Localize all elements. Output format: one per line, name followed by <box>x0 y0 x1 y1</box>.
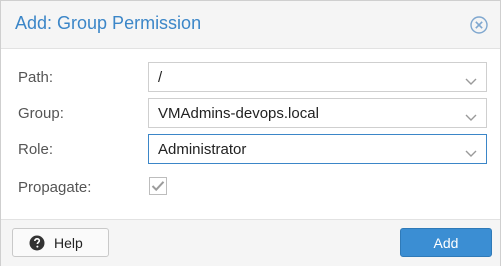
path-value: / <box>158 69 163 86</box>
chevron-down-icon[interactable] <box>465 145 477 157</box>
chevron-down-icon[interactable] <box>465 109 477 121</box>
propagate-row: Propagate: <box>1 172 500 202</box>
close-icon[interactable] <box>470 16 488 34</box>
propagate-checkbox[interactable] <box>149 177 167 195</box>
dialog-title: Add: Group Permission <box>15 13 202 33</box>
propagate-label: Propagate: <box>18 179 92 196</box>
group-value: VMAdmins-devops.local <box>158 105 319 122</box>
help-button[interactable]: Help <box>12 228 109 257</box>
add-group-permission-dialog: Add: Group Permission Path: / Group: VMA… <box>0 0 501 266</box>
path-combobox[interactable]: / <box>148 62 487 92</box>
group-label: Group: <box>18 105 64 122</box>
help-button-label: Help <box>54 235 83 251</box>
group-row: Group: VMAdmins-devops.local <box>1 98 500 128</box>
add-button-label: Add <box>433 235 459 251</box>
question-circle-icon <box>29 235 45 251</box>
role-value: Administrator <box>158 141 247 158</box>
role-label: Role: <box>18 141 54 158</box>
add-button[interactable]: Add <box>400 228 492 257</box>
role-row: Role: Administrator <box>1 134 500 164</box>
path-row: Path: / <box>1 62 500 92</box>
group-combobox[interactable]: VMAdmins-devops.local <box>148 98 487 128</box>
chevron-down-icon[interactable] <box>465 73 477 85</box>
dialog-titlebar: Add: Group Permission <box>1 1 500 49</box>
path-label: Path: <box>18 69 54 86</box>
role-combobox[interactable]: Administrator <box>148 134 487 164</box>
dialog-footer: Help Add <box>1 219 500 266</box>
